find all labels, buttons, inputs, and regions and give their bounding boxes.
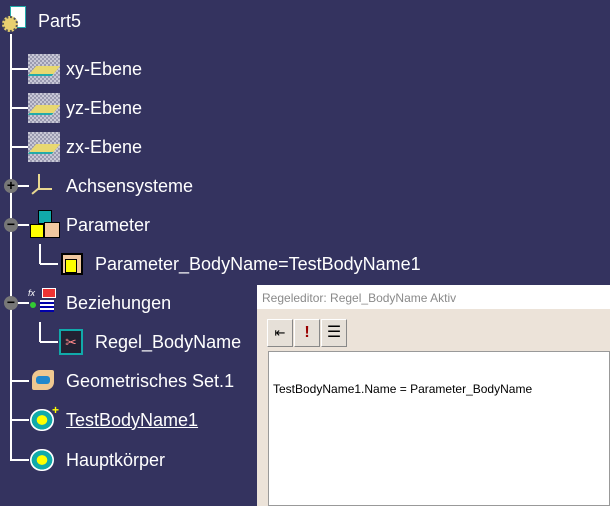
tree-item-parameter-bodyname[interactable]: Parameter_BodyName=TestBodyName1 (57, 249, 421, 279)
plane-icon (28, 132, 60, 162)
geometrical-set-icon (28, 366, 60, 396)
tree-label: TestBodyName1 (66, 409, 199, 430)
insert-icon: ⇤ (274, 325, 286, 340)
tree-connector (11, 146, 29, 148)
tree-trunk (10, 34, 12, 461)
tree-label: yz-Ebene (66, 97, 143, 118)
rule-editor-dialog: Regeleditor: Regel_BodyName Aktiv ⇤ ! ☰ … (257, 285, 610, 506)
tree-label: zx-Ebene (66, 136, 143, 157)
tree-label: Achsensysteme (66, 175, 194, 196)
tree-connector (40, 341, 58, 343)
tree-label: Part5 (38, 10, 82, 31)
collapse-button[interactable]: − (4, 217, 18, 232)
body-icon (28, 445, 60, 475)
rule-text: TestBodyName1.Name = Parameter_BodyName (273, 382, 533, 396)
rule-icon: ✂ (57, 327, 89, 357)
body-icon: + (28, 403, 60, 435)
tree-branch (39, 244, 41, 264)
tree-item-achsensysteme[interactable]: Achsensysteme (28, 171, 193, 201)
tree-label: Beziehungen (66, 292, 172, 313)
parameter-icon (57, 249, 89, 279)
tree-connector (40, 263, 58, 265)
tree-label: Parameter_BodyName=TestBodyName1 (95, 253, 421, 274)
axis-system-icon (28, 171, 60, 201)
tree-label: Parameter (66, 214, 151, 235)
tree-label: Regel_BodyName (95, 331, 242, 352)
rule-editor-textarea[interactable]: TestBodyName1.Name = Parameter_BodyName (268, 351, 610, 506)
indent-icon: ☰ (326, 324, 342, 341)
tree-label: Hauptkörper (66, 449, 166, 470)
exclamation-icon: ! (304, 324, 310, 341)
plane-icon (28, 54, 60, 84)
tree-connector (11, 380, 29, 382)
part-icon (0, 6, 32, 36)
tree-item-geometrisches-set[interactable]: Geometrisches Set.1 (28, 366, 234, 396)
dialog-title: Regeleditor: Regel_BodyName Aktiv (257, 285, 610, 309)
plane-icon (28, 93, 60, 123)
tree-connector (11, 107, 29, 109)
parameters-icon (28, 210, 60, 240)
tree-item-regel-bodyname[interactable]: ✂ Regel_BodyName (57, 327, 241, 357)
tree-label: Geometrisches Set.1 (66, 370, 235, 391)
tree-connector (11, 459, 29, 461)
tree-item-xy-ebene[interactable]: xy-Ebene (28, 54, 142, 84)
tree-root-part5[interactable]: Part5 (0, 6, 81, 36)
indent-button[interactable]: ☰ (321, 319, 347, 347)
tree-item-hauptkoerper[interactable]: Hauptkörper (28, 445, 165, 475)
collapse-button[interactable]: − (4, 295, 18, 310)
tree-connector (11, 419, 29, 421)
tree-item-beziehungen[interactable]: fx Beziehungen (28, 288, 171, 318)
tree-label: xy-Ebene (66, 58, 143, 79)
check-button[interactable]: ! (294, 319, 320, 347)
tree-item-parameter[interactable]: Parameter (28, 210, 150, 240)
expand-button[interactable]: + (4, 178, 18, 193)
insert-button[interactable]: ⇤ (267, 319, 293, 347)
relations-icon: fx (28, 288, 60, 318)
tree-item-testbodyname1[interactable]: + TestBodyName1 (28, 403, 199, 435)
tree-branch (39, 322, 41, 342)
tree-item-yz-ebene[interactable]: yz-Ebene (28, 93, 142, 123)
tree-connector (11, 68, 29, 70)
tree-item-zx-ebene[interactable]: zx-Ebene (28, 132, 142, 162)
